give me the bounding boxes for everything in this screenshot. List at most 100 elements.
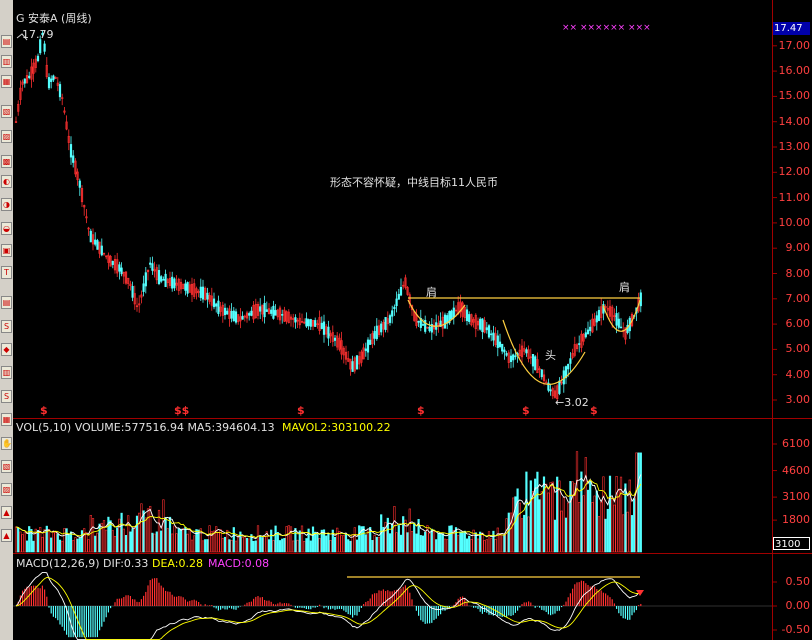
- candle-body: [160, 276, 163, 282]
- candle-body: [223, 307, 227, 316]
- volume-bar: [507, 512, 510, 553]
- volume-bar: [261, 537, 264, 553]
- volume-bar: [441, 533, 444, 553]
- chart-canvas[interactable]: [0, 0, 812, 640]
- volume-bar: [230, 540, 233, 553]
- volume-bar: [569, 481, 572, 553]
- volume-bar: [259, 535, 262, 553]
- left-shoulder-label: 肩: [426, 286, 437, 299]
- candle-body: [217, 300, 220, 314]
- candle-body: [393, 306, 396, 310]
- candle-body: [69, 144, 73, 158]
- volume-bar: [21, 534, 24, 553]
- volume-bar: [14, 526, 18, 553]
- volume-bar: [237, 536, 240, 553]
- volume-bar: [353, 527, 356, 553]
- volume-bar: [50, 537, 53, 553]
- candle-body: [173, 278, 176, 289]
- volume-bar: [164, 517, 167, 553]
- volume-bar: [305, 538, 308, 553]
- right-shoulder-curve: [602, 299, 641, 332]
- volume-bar: [492, 530, 495, 553]
- volume-bar: [52, 531, 55, 553]
- volume-bar: [395, 532, 398, 553]
- candle-body: [72, 155, 75, 163]
- volume-bar: [564, 517, 568, 553]
- volume-bar: [243, 535, 246, 553]
- volume-bar: [72, 540, 75, 553]
- candle-body: [549, 389, 552, 392]
- volume-bar: [186, 533, 189, 553]
- price-tick-label: 10.00: [778, 215, 811, 229]
- volume-bar: [105, 529, 108, 553]
- volume-tick-label: 4600: [782, 463, 810, 477]
- volume-bar: [606, 508, 609, 553]
- candle-body: [263, 303, 266, 318]
- candle-body: [366, 339, 370, 353]
- price-tick-label: 14.00: [778, 114, 811, 128]
- buy-mark-5: $: [522, 404, 530, 417]
- candle-body: [388, 315, 392, 323]
- volume-bar: [633, 498, 636, 553]
- volume-bar: [463, 530, 466, 553]
- volume-bar: [171, 533, 174, 553]
- volume-bar: [285, 526, 288, 553]
- volume-tick-label: 3100: [782, 490, 810, 504]
- volume-bar: [325, 535, 328, 553]
- candle-body: [270, 309, 273, 314]
- volume-bar: [78, 537, 81, 553]
- volume-bar: [481, 532, 484, 553]
- volume-bar: [195, 529, 198, 553]
- volume-bar: [393, 506, 396, 553]
- volume-bar: [358, 525, 361, 553]
- volume-bar: [388, 533, 392, 553]
- volume-bar: [281, 538, 284, 553]
- volume-bar: [118, 518, 121, 553]
- volume-bar: [476, 538, 480, 553]
- macd-header: MACD(12,26,9) DIF:0.33: [16, 557, 149, 570]
- candle-body: [52, 75, 55, 81]
- candle-body: [50, 78, 53, 82]
- candle-body: [230, 311, 233, 319]
- volume-bar: [509, 512, 513, 553]
- candle-body: [142, 283, 145, 292]
- period-high-label: 17.79: [22, 28, 54, 41]
- price-tick-label: 17.00: [778, 38, 811, 52]
- right-shoulder-label: 肩: [619, 281, 630, 294]
- candle-body: [294, 317, 297, 323]
- volume-bar: [551, 481, 554, 553]
- volume-bar: [270, 529, 273, 553]
- volume-bar: [201, 540, 205, 553]
- volume-bar: [63, 528, 66, 553]
- volume-bar: [377, 536, 381, 553]
- candle-body: [151, 263, 154, 271]
- volume-bar: [91, 518, 95, 553]
- volume-bar: [547, 492, 550, 553]
- volume-bar: [597, 516, 601, 553]
- volume-bar: [622, 514, 625, 553]
- candle-body: [369, 339, 372, 345]
- candle-body: [305, 318, 308, 327]
- price-tick-label: 16.00: [778, 64, 811, 78]
- volume-bar: [428, 532, 431, 553]
- volume-bar: [318, 538, 321, 553]
- volume-bar: [608, 475, 612, 553]
- volume-bar: [292, 540, 295, 553]
- candle-body: [144, 272, 147, 287]
- volume-bar: [413, 522, 416, 553]
- volume-bar: [408, 508, 411, 553]
- candle-body: [619, 326, 623, 329]
- volume-bar: [23, 531, 26, 553]
- volume-bar: [168, 516, 172, 553]
- candle-body: [490, 333, 493, 336]
- buy-mark-1: $: [40, 404, 48, 417]
- candle-body: [184, 283, 187, 291]
- volume-bar: [32, 540, 35, 553]
- volume-bar: [74, 537, 77, 553]
- volume-bar: [56, 533, 59, 553]
- volume-bar: [439, 532, 442, 553]
- volume-bar: [364, 534, 367, 553]
- volume-bar: [448, 525, 451, 553]
- candle-body: [615, 313, 618, 326]
- candle-body: [468, 314, 471, 322]
